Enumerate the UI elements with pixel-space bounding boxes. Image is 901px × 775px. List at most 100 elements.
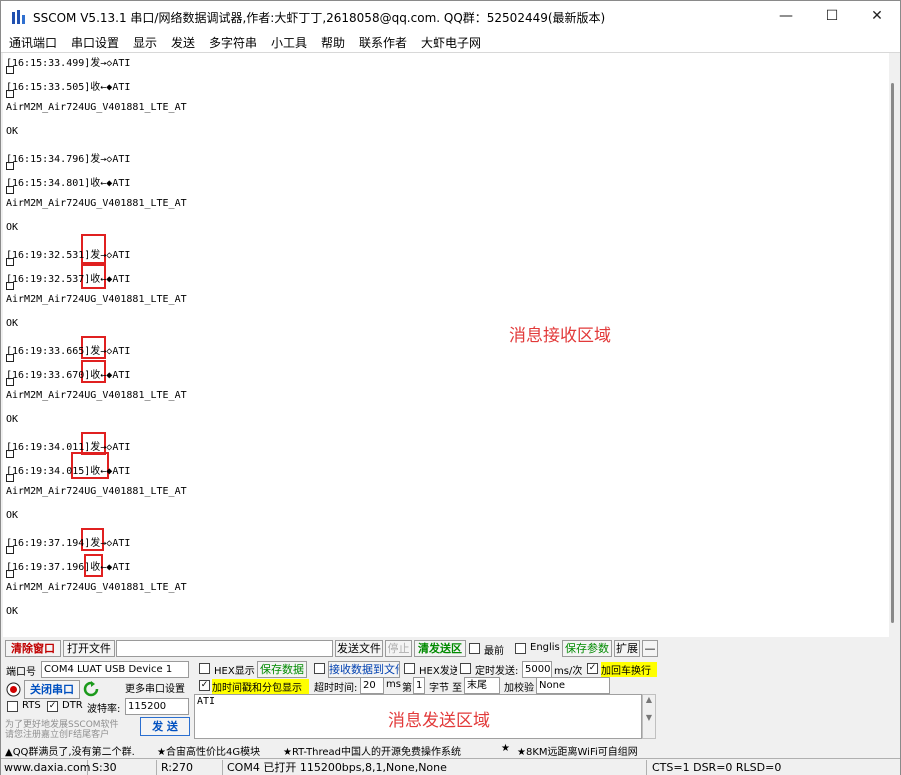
- log-timestamp-line: [16:19:32.531]发→◇ATI: [6, 250, 131, 261]
- menu-daxia-site[interactable]: 大虾电子网: [421, 34, 481, 51]
- rts-label: RTS: [22, 700, 41, 711]
- log-line: [6, 354, 14, 365]
- checksum-label: 加校验: [504, 683, 534, 694]
- menu-display[interactable]: 显示: [133, 34, 157, 51]
- promo-item[interactable]: ★8KM远距离WiFi可自组网: [517, 743, 638, 758]
- promo-item[interactable]: ▲QQ群满员了,没有第二个群.: [5, 743, 135, 758]
- newline-marker-icon: [6, 282, 14, 290]
- log-line: OK: [6, 510, 19, 521]
- save-data-button[interactable]: 保存数据: [257, 661, 307, 678]
- sscom-window: SSCOM V5.13.1 串口/网络数据调试器,作者:大虾丁丁,2618058…: [0, 0, 901, 775]
- stop-button[interactable]: 停止: [385, 640, 412, 657]
- baud-select[interactable]: 115200: [125, 698, 189, 715]
- menu-serial-settings[interactable]: 串口设置: [71, 34, 119, 51]
- newline-marker-icon: [6, 474, 14, 482]
- add-crlf-label: 加回车换行: [601, 662, 657, 677]
- refresh-icon[interactable]: [83, 681, 99, 697]
- log-timestamp-line: [16:19:33.670]收←◆ATI: [6, 370, 131, 381]
- log-line: AirM2M_Air724UG_V401881_LTE_AT: [6, 102, 187, 113]
- log-line: [6, 450, 14, 461]
- recv-to-file-button[interactable]: 接收数据到文件: [328, 661, 400, 678]
- receive-area[interactable]: 消息接收区域 [16:15:33.499]发→◇ATI [16:15:33.505…: [3, 53, 889, 637]
- byte-end-select[interactable]: 末尾: [464, 677, 500, 694]
- save-params-button[interactable]: 保存参数: [562, 640, 612, 657]
- port-label: 端口号: [6, 667, 36, 678]
- title-bar: SSCOM V5.13.1 串口/网络数据调试器,作者:大虾丁丁,2618058…: [1, 1, 900, 31]
- menu-send[interactable]: 发送: [171, 34, 195, 51]
- log-line: OK: [6, 414, 19, 425]
- newline-marker-icon: [6, 450, 14, 458]
- newline-marker-icon: [6, 186, 14, 194]
- dtr-label: DTR: [62, 700, 83, 711]
- newline-marker-icon: [6, 90, 14, 98]
- promo-bar: ▲QQ群满员了,没有第二个群. ★合宙高性价比4G模块 ★RT-Thread中国…: [1, 741, 900, 758]
- clear-send-button[interactable]: 清发送区: [414, 640, 466, 657]
- log-line: AirM2M_Air724UG_V401881_LTE_AT: [6, 198, 187, 209]
- english-checkbox[interactable]: [515, 643, 526, 654]
- byte-from-input[interactable]: 1: [413, 677, 425, 694]
- file-path-input[interactable]: [116, 640, 333, 657]
- menu-contact-author[interactable]: 联系作者: [359, 34, 407, 51]
- log-line: [6, 570, 14, 581]
- timeout-input[interactable]: 20: [360, 677, 384, 694]
- newline-marker-icon: [6, 162, 14, 170]
- timed-send-checkbox[interactable]: [460, 663, 471, 674]
- port-select[interactable]: COM4 LUAT USB Device 1: [41, 661, 189, 678]
- timeout-unit-label: ms: [386, 679, 401, 690]
- byte-from-label: 第: [402, 683, 412, 694]
- promo-item[interactable]: ★合宙高性价比4G模块: [157, 743, 260, 758]
- hex-send-checkbox[interactable]: [404, 663, 415, 674]
- log-line: [6, 186, 14, 197]
- send-button[interactable]: 发 送: [140, 717, 190, 736]
- dtr-checkbox[interactable]: ✓: [47, 701, 58, 712]
- checksum-select[interactable]: None: [536, 677, 610, 694]
- menu-multi-string[interactable]: 多字符串: [209, 34, 257, 51]
- newline-marker-icon: [6, 378, 14, 386]
- open-file-button[interactable]: 打开文件: [63, 640, 115, 657]
- newline-marker-icon: [6, 258, 14, 266]
- timestamp-checkbox[interactable]: ✓: [199, 680, 210, 691]
- collapse-button[interactable]: —: [642, 640, 658, 657]
- menu-tools[interactable]: 小工具: [271, 34, 307, 51]
- interval-unit-label: ms/次: [554, 666, 583, 677]
- log-timestamp-line: [16:15:34.796]发→◇ATI: [6, 154, 131, 165]
- close-port-button[interactable]: 关闭串口: [24, 680, 80, 699]
- baud-label: 波特率:: [87, 704, 121, 715]
- status-site-link[interactable]: www.daxia.com: [1, 760, 91, 775]
- expand-button[interactable]: 扩展: [614, 640, 640, 657]
- log-timestamp-line: [16:15:33.505]收←◆ATI: [6, 82, 131, 93]
- rts-checkbox[interactable]: [7, 701, 18, 712]
- recv-to-file-checkbox[interactable]: [314, 663, 325, 674]
- log-line: AirM2M_Air724UG_V401881_LTE_AT: [6, 582, 187, 593]
- topmost-checkbox[interactable]: [469, 643, 480, 654]
- add-crlf-checkbox[interactable]: ✓: [587, 663, 598, 674]
- log-line: [6, 66, 14, 77]
- log-timestamp-line: [16:19:37.194]发→◇ATI: [6, 538, 131, 549]
- log-line: OK: [6, 222, 19, 233]
- minimize-button[interactable]: —: [763, 1, 809, 31]
- timestamp-label: 加时间戳和分包显示: [212, 679, 309, 694]
- menu-help[interactable]: 帮助: [321, 34, 345, 51]
- log-line: OK: [6, 318, 19, 329]
- log-timestamp-line: [16:19:34.015]收←◆ATI: [6, 466, 131, 477]
- scrollbar-thumb[interactable]: [891, 83, 894, 623]
- status-received-count: R:270: [158, 760, 223, 775]
- english-label: English: [530, 642, 560, 653]
- send-file-button[interactable]: 发送文件: [335, 640, 383, 657]
- log-line: AirM2M_Air724UG_V401881_LTE_AT: [6, 486, 187, 497]
- promo-item[interactable]: ★: [501, 743, 510, 754]
- log-line: [6, 258, 14, 269]
- menu-comm-port[interactable]: 通讯端口: [9, 34, 57, 51]
- close-button[interactable]: ✕: [854, 1, 900, 31]
- promo-item[interactable]: ★RT-Thread中国人的开源免费操作系统: [283, 743, 461, 758]
- timeout-label: 超时时间:: [314, 683, 358, 694]
- interval-input[interactable]: 5000: [522, 661, 552, 678]
- hex-display-checkbox[interactable]: [199, 663, 210, 674]
- maximize-button[interactable]: ☐: [809, 1, 855, 31]
- clear-window-button[interactable]: 清除窗口: [5, 640, 61, 657]
- newline-marker-icon: [6, 570, 14, 578]
- send-scrollbar[interactable]: ▲ ▼: [642, 694, 656, 739]
- receive-scrollbar[interactable]: [889, 53, 900, 637]
- more-settings-link[interactable]: 更多串口设置: [125, 680, 185, 695]
- log-line: AirM2M_Air724UG_V401881_LTE_AT: [6, 294, 187, 305]
